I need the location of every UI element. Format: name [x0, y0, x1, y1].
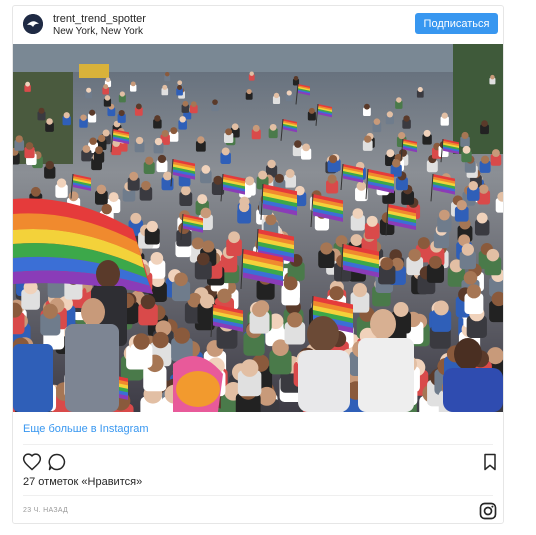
post-time[interactable]: 23 Ч. НАЗАД — [23, 507, 68, 514]
divider — [23, 444, 493, 445]
heart-icon[interactable] — [22, 452, 42, 472]
divider — [23, 495, 493, 496]
avatar[interactable] — [23, 14, 43, 34]
view-more-link[interactable]: Еще больше в Instagram — [23, 423, 149, 435]
instagram-embed-card: trent_trend_spotter New York, New York П… — [12, 5, 504, 524]
bookmark-icon[interactable] — [480, 452, 500, 472]
username[interactable]: trent_trend_spotter — [53, 13, 146, 25]
likes-count[interactable]: 27 отметок «Нравится» — [23, 476, 142, 488]
location[interactable]: New York, New York — [53, 26, 143, 37]
comment-icon[interactable] — [47, 452, 67, 472]
instagram-icon[interactable] — [478, 501, 498, 521]
post-image[interactable] — [13, 44, 503, 412]
follow-button[interactable]: Подписаться — [415, 13, 498, 34]
post-header: trent_trend_spotter New York, New York П… — [13, 6, 503, 44]
